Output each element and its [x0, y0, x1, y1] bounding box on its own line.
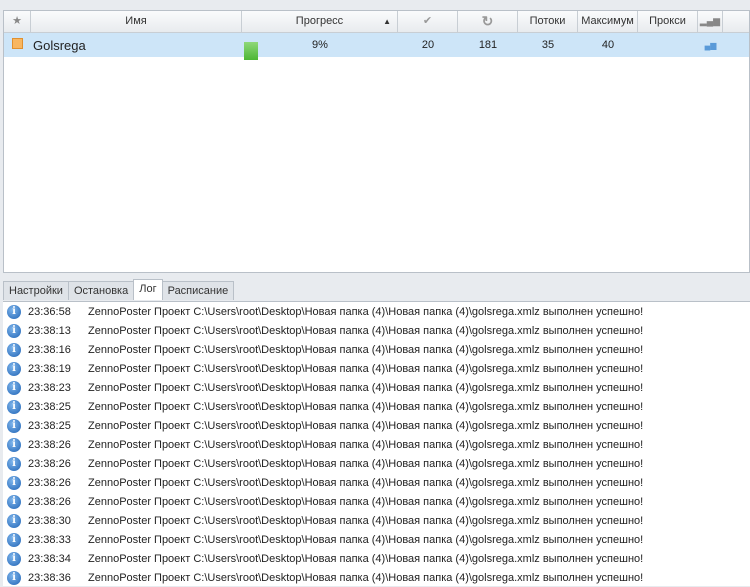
- log-message: ZennoPoster Проект C:\Users\root\Desktop…: [88, 381, 644, 394]
- task-name: Golsrega: [33, 37, 86, 53]
- log-entry[interactable]: i 23:38:25 ZennoPoster Проект C:\Users\roo…: [3, 416, 750, 435]
- sort-ascending-icon: ▲: [383, 17, 391, 26]
- log-message: ZennoPoster Проект C:\Users\root\Desktop…: [88, 400, 644, 413]
- info-icon: i: [7, 361, 21, 376]
- log-entry[interactable]: i 23:38:36 ZennoPoster Проект C:\Users\roo…: [3, 568, 750, 587]
- info-icon: i: [7, 380, 21, 395]
- info-icon: i: [7, 551, 21, 566]
- info-icon: i: [7, 456, 21, 471]
- log-entry[interactable]: i 23:38:25 ZennoPoster Проект C:\Users\roo…: [3, 397, 750, 416]
- log-message: ZennoPoster Проект C:\Users\root\Desktop…: [88, 324, 644, 337]
- progress-text: 9%: [312, 39, 328, 51]
- log-entry[interactable]: i 23:38:33 ZennoPoster Проект C:\Users\roo…: [3, 530, 750, 549]
- column-success[interactable]: ✔: [398, 11, 458, 32]
- column-proxy[interactable]: Прокси: [638, 11, 698, 32]
- bottom-tabs: Настройки Остановка Лог Расписание: [3, 279, 235, 300]
- task-grid: ★ Имя Прогресс ▲ ✔ ↻ Потоки Максимум Прок…: [3, 10, 750, 273]
- info-icon: i: [7, 494, 21, 509]
- refresh-icon: ↻: [481, 13, 494, 29]
- log-entry[interactable]: i 23:36:58 ZennoPoster Проект C:\Users\roo…: [3, 302, 750, 321]
- log-entry[interactable]: i 23:38:16 ZennoPoster Проект C:\Users\roo…: [3, 340, 750, 359]
- log-time: 23:38:26: [28, 457, 71, 470]
- column-max[interactable]: Максимум: [578, 11, 638, 32]
- task-attempts: 181: [478, 39, 498, 51]
- column-favorite[interactable]: ★: [4, 11, 31, 32]
- info-icon: i: [7, 475, 21, 490]
- task-threads: 35: [541, 39, 555, 51]
- tab-stop[interactable]: Остановка: [67, 281, 135, 300]
- log-message: ZennoPoster Проект C:\Users\root\Desktop…: [88, 362, 644, 375]
- column-progress-label: Прогресс: [295, 15, 344, 27]
- log-message: ZennoPoster Проект C:\Users\root\Desktop…: [88, 476, 644, 489]
- log-time: 23:38:25: [28, 400, 71, 413]
- info-icon: i: [7, 437, 21, 452]
- log-message: ZennoPoster Проект C:\Users\root\Desktop…: [88, 457, 644, 470]
- log-entry[interactable]: i 23:38:26 ZennoPoster Проект C:\Users\roo…: [3, 492, 750, 511]
- tab-schedule[interactable]: Расписание: [161, 281, 235, 300]
- checkmark-icon: ✔: [422, 15, 433, 27]
- log-time: 23:38:23: [28, 381, 71, 394]
- info-icon: i: [7, 304, 21, 319]
- signal-bars-icon: ▂▄▆: [699, 16, 721, 26]
- column-threads[interactable]: Потоки: [518, 11, 578, 32]
- log-time: 23:38:26: [28, 495, 71, 508]
- grid-header: ★ Имя Прогресс ▲ ✔ ↻ Потоки Максимум Прок…: [4, 11, 749, 33]
- task-progress: 9%: [242, 39, 398, 60]
- tab-settings[interactable]: Настройки: [3, 281, 69, 300]
- column-priority[interactable]: ▂▄▆: [698, 11, 723, 32]
- log-time: 23:36:58: [28, 305, 71, 318]
- log-time: 23:38:13: [28, 324, 71, 337]
- log-entry[interactable]: i 23:38:34 ZennoPoster Проект C:\Users\roo…: [3, 549, 750, 568]
- log-time: 23:38:33: [28, 533, 71, 546]
- info-icon: i: [7, 323, 21, 338]
- priority-icon: ▄▆: [704, 41, 717, 50]
- info-icon: i: [7, 399, 21, 414]
- log-message: ZennoPoster Проект C:\Users\root\Desktop…: [88, 495, 644, 508]
- column-progress[interactable]: Прогресс ▲: [242, 11, 398, 32]
- log-time: 23:38:25: [28, 419, 71, 432]
- log-time: 23:38:26: [28, 438, 71, 451]
- log-entry[interactable]: i 23:38:26 ZennoPoster Проект C:\Users\roo…: [3, 435, 750, 454]
- tab-log[interactable]: Лог: [133, 279, 163, 300]
- column-name[interactable]: Имя: [31, 11, 242, 32]
- info-icon: i: [7, 570, 21, 585]
- log-time: 23:38:36: [28, 571, 71, 584]
- log-entry[interactable]: i 23:38:13 ZennoPoster Проект C:\Users\roo…: [3, 321, 750, 340]
- log-time: 23:38:16: [28, 343, 71, 356]
- log-message: ZennoPoster Проект C:\Users\root\Desktop…: [88, 514, 644, 527]
- info-icon: i: [7, 513, 21, 528]
- log-entry[interactable]: i 23:38:26 ZennoPoster Проект C:\Users\roo…: [3, 454, 750, 473]
- task-status-icon: [12, 38, 23, 49]
- log-message: ZennoPoster Проект C:\Users\root\Desktop…: [88, 305, 644, 318]
- task-max: 40: [601, 39, 615, 51]
- log-message: ZennoPoster Проект C:\Users\root\Desktop…: [88, 533, 644, 546]
- log-list[interactable]: i 23:36:58 ZennoPoster Проект C:\Users\roo…: [3, 301, 750, 586]
- log-time: 23:38:34: [28, 552, 71, 565]
- log-entry[interactable]: i 23:38:23 ZennoPoster Проект C:\Users\roo…: [3, 378, 750, 397]
- info-icon: i: [7, 342, 21, 357]
- log-time: 23:38:19: [28, 362, 71, 375]
- star-icon: ★: [12, 15, 22, 27]
- log-entry[interactable]: i 23:38:30 ZennoPoster Проект C:\Users\roo…: [3, 511, 750, 530]
- info-icon: i: [7, 532, 21, 547]
- column-attempts[interactable]: ↻: [458, 11, 518, 32]
- task-success: 20: [421, 39, 435, 51]
- log-message: ZennoPoster Проект C:\Users\root\Desktop…: [88, 571, 644, 584]
- info-icon: i: [7, 418, 21, 433]
- log-message: ZennoPoster Проект C:\Users\root\Desktop…: [88, 438, 644, 451]
- log-entry[interactable]: i 23:38:26 ZennoPoster Проект C:\Users\roo…: [3, 473, 750, 492]
- log-time: 23:38:30: [28, 514, 71, 527]
- log-message: ZennoPoster Проект C:\Users\root\Desktop…: [88, 419, 644, 432]
- task-row[interactable]: Golsrega 9% 20 181 35 40 ▄▆: [4, 33, 749, 60]
- log-entry[interactable]: i 23:38:19 ZennoPoster Проект C:\Users\roo…: [3, 359, 750, 378]
- log-time: 23:38:26: [28, 476, 71, 489]
- progress-bar: [244, 42, 258, 60]
- log-message: ZennoPoster Проект C:\Users\root\Desktop…: [88, 552, 644, 565]
- log-message: ZennoPoster Проект C:\Users\root\Desktop…: [88, 343, 644, 356]
